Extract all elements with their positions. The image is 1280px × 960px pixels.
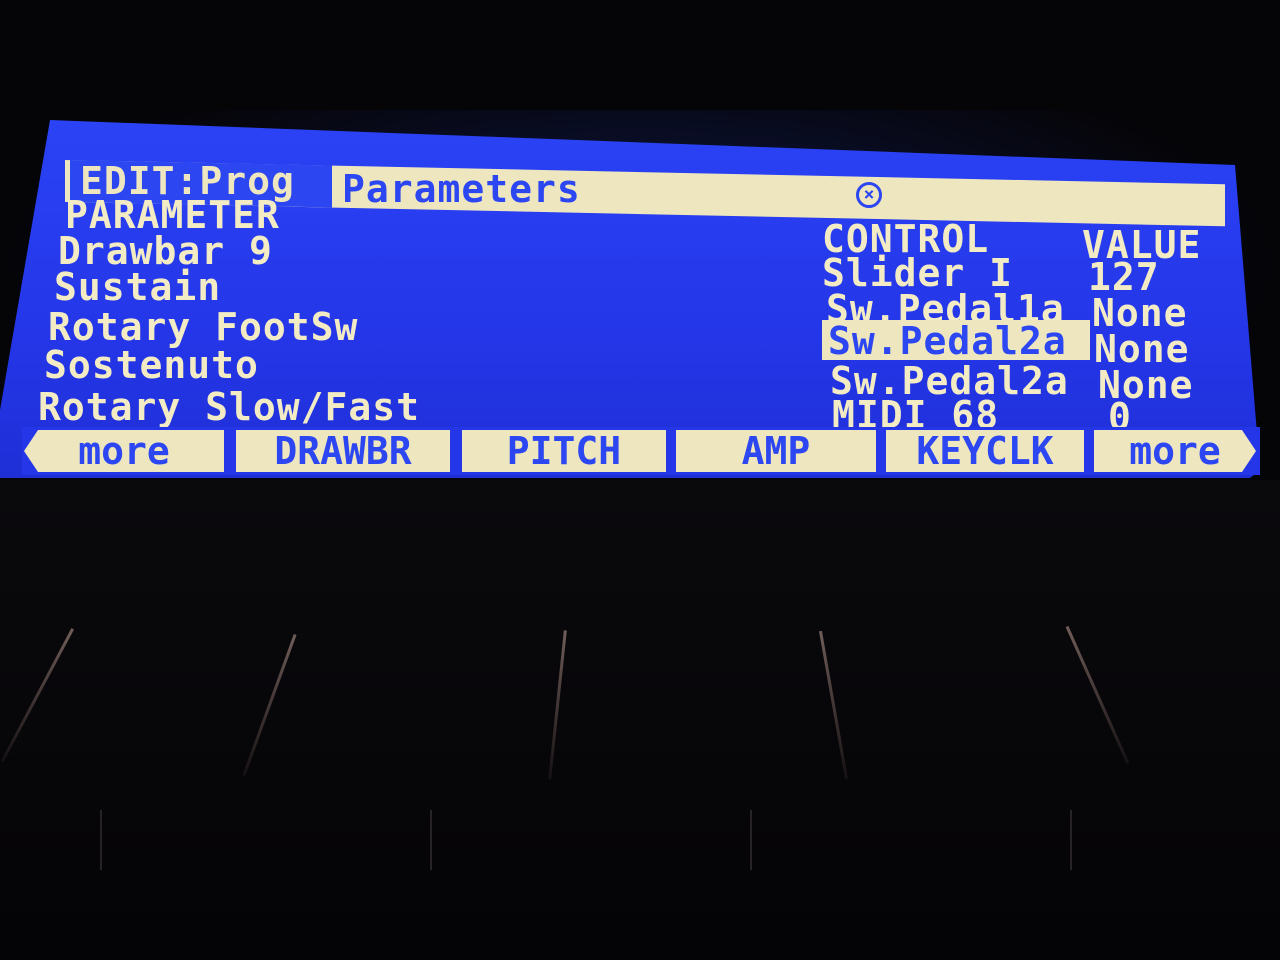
softkey-keyclk[interactable]: KEYCLK <box>886 430 1084 472</box>
softkey-more-right[interactable]: more <box>1094 430 1256 472</box>
softkey-pitch[interactable]: PITCH <box>462 430 666 472</box>
softkey-drawbr[interactable]: DRAWBR <box>236 430 450 472</box>
circle-x-icon: × <box>856 182 882 208</box>
parameter-item[interactable]: Sostenuto <box>44 346 259 384</box>
slider-slot[interactable] <box>548 630 567 780</box>
slider-slot[interactable] <box>1065 625 1130 765</box>
parameter-item[interactable]: Sustain <box>54 268 221 306</box>
slider-slot[interactable] <box>0 628 75 762</box>
slider-cap[interactable] <box>1070 810 1072 870</box>
slider-slot[interactable] <box>818 630 849 780</box>
slider-cap[interactable] <box>750 810 752 870</box>
softkey-amp[interactable]: AMP <box>676 430 876 472</box>
slider-slot[interactable] <box>242 634 297 776</box>
parameter-item[interactable]: Rotary Slow/Fast <box>38 388 420 426</box>
page-title: Parameters <box>342 167 581 211</box>
hardware-panel <box>0 480 1280 960</box>
brand-logo-dark <box>430 48 950 108</box>
parameter-item[interactable]: Rotary FootSw <box>48 308 358 346</box>
softkey-more-left[interactable]: more <box>24 430 224 472</box>
slider-cap[interactable] <box>430 810 432 870</box>
slider-cap[interactable] <box>100 810 102 870</box>
control-item-selected[interactable]: Sw.Pedal2a <box>828 322 1067 360</box>
